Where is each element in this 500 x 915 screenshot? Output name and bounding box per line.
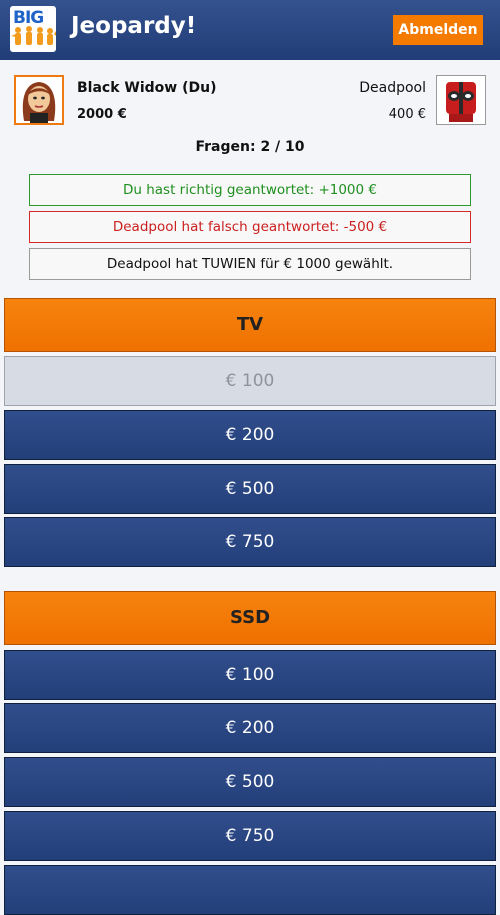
player-name: Black Widow (Du) (77, 80, 217, 96)
question-next-partial[interactable] (4, 865, 496, 915)
opponent-choice-message: Deadpool hat TUWIEN für € 1000 gewählt. (29, 248, 471, 280)
app-header: BIG Jeopardy! Abmelden (0, 0, 500, 60)
opponent-score: 400 € (388, 107, 426, 122)
logout-button[interactable]: Abmelden (393, 15, 483, 45)
big-logo[interactable]: BIG (10, 6, 56, 52)
logo-text: BIG (13, 8, 44, 28)
question-counter: Fragen: 2 / 10 (195, 139, 305, 155)
opponent-name: Deadpool (359, 80, 426, 96)
black-widow-avatar-icon (16, 77, 62, 123)
opponent-avatar (436, 75, 486, 125)
opponent-wrong-message: Deadpool hat falsch geantwortet: -500 € (29, 211, 471, 243)
deadpool-avatar-icon (437, 76, 485, 124)
people-icon (11, 26, 56, 45)
category-header-tv: TV (4, 298, 496, 352)
player-avatar (14, 75, 64, 125)
app-title: Jeopardy! (71, 13, 197, 39)
question-tv-200[interactable]: € 200 (4, 410, 496, 460)
player-score: 2000 € (77, 107, 127, 122)
question-ssd-200[interactable]: € 200 (4, 703, 496, 753)
question-tv-500[interactable]: € 500 (4, 464, 496, 514)
question-ssd-750[interactable]: € 750 (4, 811, 496, 861)
category-header-ssd: SSD (4, 591, 496, 645)
question-ssd-100[interactable]: € 100 (4, 650, 496, 700)
question-ssd-500[interactable]: € 500 (4, 757, 496, 807)
question-tv-100: € 100 (4, 356, 496, 406)
question-tv-750[interactable]: € 750 (4, 517, 496, 567)
correct-answer-message: Du hast richtig geantwortet: +1000 € (29, 174, 471, 206)
